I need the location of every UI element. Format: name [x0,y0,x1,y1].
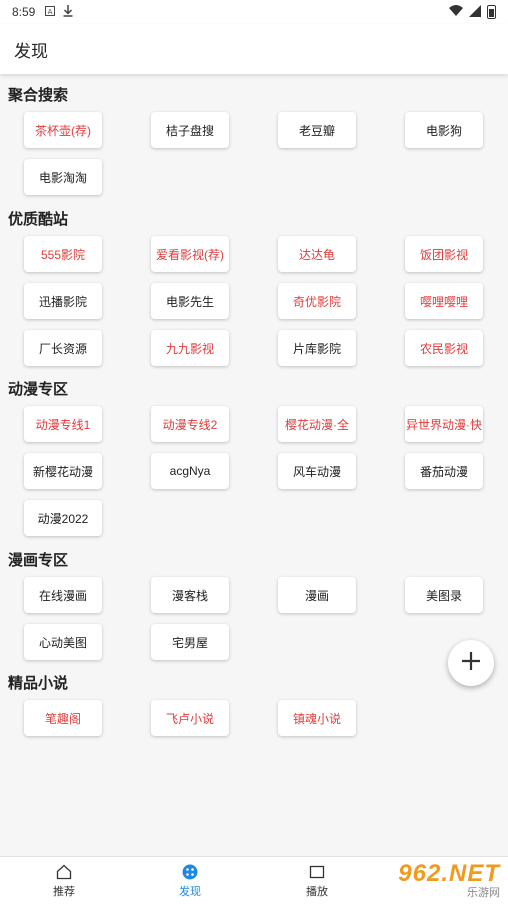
discover-grid-icon [182,863,198,881]
site-chip[interactable]: 宅男屋 [151,624,229,660]
wifi-icon [449,5,463,19]
site-chip[interactable]: 笔趣阁 [24,700,102,736]
site-chip[interactable]: 迅播影院 [24,283,102,319]
site-chip[interactable]: 樱花动漫·全 [278,406,356,442]
app-header: 发现 [0,24,508,74]
add-button[interactable] [448,640,494,686]
site-chip[interactable]: 达达龟 [278,236,356,272]
site-chip[interactable]: 嘤哩嘤哩 [405,283,483,319]
site-chip[interactable]: 异世界动漫·快 [405,406,483,442]
site-chip[interactable]: 飞卢小说 [151,700,229,736]
site-chip[interactable]: 桔子盘搜 [151,112,229,148]
section-title-novels: 精品小说 [8,675,69,692]
plus-icon [460,650,482,677]
site-chip[interactable]: 厂长资源 [24,330,102,366]
section-title-comics: 漫画专区 [8,552,69,569]
discover-content[interactable]: 聚合搜索 茶杯壶(荐) 桔子盘搜 老豆瓣 电影狗 电影淘淘 优质酷站 555影院… [0,74,508,856]
site-chip[interactable]: 555影院 [24,236,102,272]
site-chip[interactable]: 九九影视 [151,330,229,366]
nav-label-recommend: 推荐 [53,886,75,898]
site-chip[interactable]: 动漫专线1 [24,406,102,442]
site-chip[interactable]: 漫画 [278,577,356,613]
site-chip[interactable]: 茶杯壶(荐) [24,112,102,148]
site-chip[interactable]: 心动美图 [24,624,102,660]
nav-item-discover[interactable]: 发现 [130,857,250,904]
watermark-logo: 962.NET 乐游网 [370,856,506,904]
site-chip[interactable]: 电影淘淘 [24,159,102,195]
a-box-icon: A [45,5,56,19]
nav-item-recommend[interactable]: 推荐 [4,857,124,904]
site-chip[interactable]: acgNya [151,453,229,489]
site-chip[interactable]: 动漫专线2 [151,406,229,442]
watermark-bottom: 乐游网 [467,887,500,899]
svg-text:A: A [48,8,53,16]
site-chip[interactable]: 美图录 [405,577,483,613]
status-time: 8:59 [12,5,36,19]
site-chip[interactable]: 漫客栈 [151,577,229,613]
signal-icon [469,4,481,20]
site-chip[interactable]: 风车动漫 [278,453,356,489]
status-bar: 8:59 A [0,0,508,24]
home-icon [56,863,72,881]
site-chip[interactable]: 在线漫画 [24,577,102,613]
battery-icon [487,5,496,19]
site-chip[interactable]: 爱看影视(荐) [151,236,229,272]
site-chip[interactable]: 新樱花动漫 [24,453,102,489]
site-chip[interactable]: 奇优影院 [278,283,356,319]
play-screen-icon [309,863,325,881]
site-chip[interactable]: 饭团影视 [405,236,483,272]
site-chip[interactable]: 电影狗 [405,112,483,148]
nav-label-play: 播放 [306,886,328,898]
site-chip[interactable]: 农民影视 [405,330,483,366]
nav-item-play[interactable]: 播放 [257,857,377,904]
site-chip[interactable]: 老豆瓣 [278,112,356,148]
nav-label-discover: 发现 [179,886,201,898]
section-title-aggregate-search: 聚合搜索 [8,87,69,104]
section-title-anime: 动漫专区 [8,381,69,398]
download-icon [63,4,73,20]
site-chip[interactable]: 电影先生 [151,283,229,319]
site-chip[interactable]: 动漫2022 [24,500,102,536]
site-chip[interactable]: 片库影院 [278,330,356,366]
site-chip[interactable]: 番茄动漫 [405,453,483,489]
section-title-quality-sites: 优质酷站 [8,211,69,228]
site-chip[interactable]: 镇魂小说 [278,700,356,736]
page-title: 发现 [14,41,48,61]
